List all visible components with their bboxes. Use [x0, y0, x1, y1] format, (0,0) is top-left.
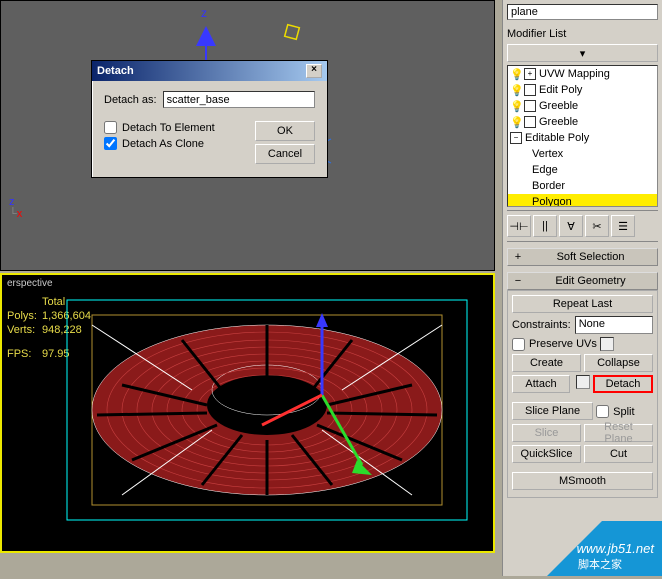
create-button[interactable]: Create [512, 354, 581, 372]
modifier-list-label: Modifier List [507, 28, 658, 40]
preserve-uvs-checkbox[interactable] [512, 338, 525, 351]
stack-sub-polygon[interactable]: Polygon [508, 194, 657, 207]
viewport-perspective[interactable]: erspective Total Polys:1,366,604 Verts:9… [0, 273, 495, 553]
detach-button[interactable]: Detach [593, 375, 653, 393]
bulb-icon[interactable]: 💡 [510, 68, 522, 80]
pin-stack-icon[interactable]: ⊣⊢ [507, 215, 531, 237]
stack-item-edit-poly[interactable]: 💡Edit Poly [508, 82, 657, 98]
close-icon[interactable]: × [306, 64, 322, 78]
preserve-uvs-settings-icon[interactable] [600, 337, 614, 351]
detach-to-element-label: Detach To Element [122, 122, 215, 134]
configure-icon[interactable]: ☰ [611, 215, 635, 237]
bulb-icon[interactable]: 💡 [510, 100, 522, 112]
remove-modifier-icon[interactable]: ✂ [585, 215, 609, 237]
stack-toolbar: ⊣⊢ || ∀ ✂ ☰ [507, 210, 658, 242]
reset-plane-button: Reset Plane [584, 424, 653, 442]
constraints-select[interactable]: None [575, 316, 653, 334]
cut-button[interactable]: Cut [584, 445, 653, 463]
rollout-edit-geometry[interactable]: −Edit Geometry [507, 272, 658, 290]
detach-to-element-checkbox[interactable] [104, 121, 117, 134]
ok-button[interactable]: OK [255, 121, 315, 141]
bulb-icon[interactable]: 💡 [510, 84, 522, 96]
stack-item-editable-poly[interactable]: −Editable Poly [508, 130, 657, 146]
dialog-titlebar[interactable]: Detach × [92, 61, 327, 81]
msmooth-button[interactable]: MSmooth [512, 472, 653, 490]
slice-plane-button[interactable]: Slice Plane [512, 402, 593, 420]
stack-item-greeble-1[interactable]: 💡Greeble [508, 98, 657, 114]
make-unique-icon[interactable]: ∀ [559, 215, 583, 237]
detach-as-input[interactable] [163, 91, 315, 108]
attach-list-icon[interactable] [576, 375, 590, 389]
dialog-title: Detach [97, 65, 134, 77]
show-end-result-icon[interactable]: || [533, 215, 557, 237]
axis-indicator-top: z └x [9, 196, 22, 250]
command-panel: Modifier List ▾ 💡+UVW Mapping 💡Edit Poly… [502, 0, 662, 576]
bulb-icon[interactable]: 💡 [510, 116, 522, 128]
detach-as-clone-label: Detach As Clone [122, 138, 204, 150]
watermark: www.jb51.net 脚本之家 [502, 521, 662, 576]
attach-button[interactable]: Attach [512, 375, 570, 393]
stack-item-uvw-mapping[interactable]: 💡+UVW Mapping [508, 66, 657, 82]
axis-z-label: z [201, 6, 207, 20]
object-name-input[interactable] [507, 4, 658, 20]
modifier-list-dropdown[interactable]: ▾ [507, 44, 658, 62]
cancel-button[interactable]: Cancel [255, 144, 315, 164]
model-disc [62, 295, 472, 525]
quickslice-button[interactable]: QuickSlice [512, 445, 581, 463]
repeat-last-button[interactable]: Repeat Last [512, 295, 653, 313]
detach-as-label: Detach as: [104, 94, 157, 106]
modifier-stack[interactable]: 💡+UVW Mapping 💡Edit Poly 💡Greeble 💡Greeb… [507, 65, 658, 207]
stack-sub-edge[interactable]: Edge [508, 162, 657, 178]
viewport-label: erspective [7, 278, 53, 289]
stack-sub-border[interactable]: Border [508, 178, 657, 194]
collapse-button[interactable]: Collapse [584, 354, 653, 372]
stack-item-greeble-2[interactable]: 💡Greeble [508, 114, 657, 130]
preserve-uvs-label: Preserve UVs [529, 338, 597, 350]
split-checkbox[interactable] [596, 405, 609, 418]
stack-sub-vertex[interactable]: Vertex [508, 146, 657, 162]
constraints-label: Constraints: [512, 319, 571, 331]
rollout-soft-selection[interactable]: +Soft Selection [507, 248, 658, 266]
slice-button: Slice [512, 424, 581, 442]
detach-dialog: Detach × Detach as: Detach To Element De… [91, 60, 328, 178]
detach-as-clone-checkbox[interactable] [104, 137, 117, 150]
